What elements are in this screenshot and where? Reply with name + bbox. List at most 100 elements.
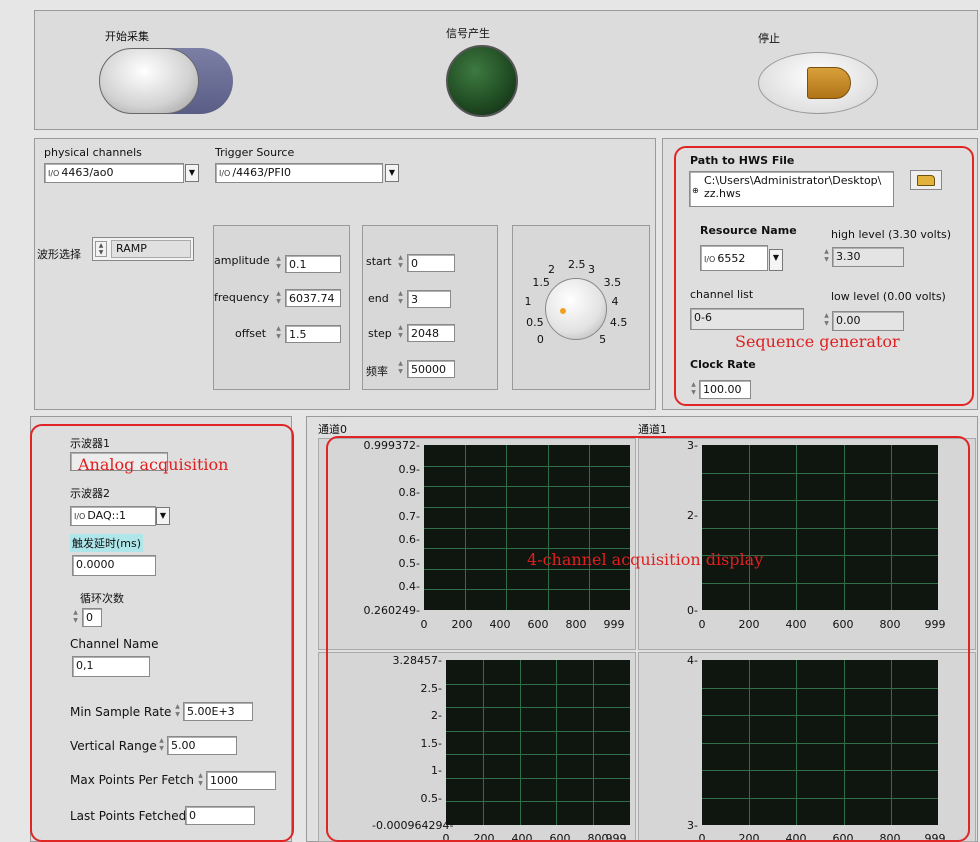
high-level-label: high level (3.30 volts)	[831, 228, 952, 241]
path-hws-value-line2: zz.hws	[704, 187, 741, 200]
path-hws-field[interactable]: ⊕ C:\Users\Administrator\Desktop\ zz.hws	[689, 171, 894, 207]
vertical-range-spinner[interactable]: ▲ ▼	[157, 737, 166, 754]
knob-tick-label: 4	[611, 295, 619, 309]
channel0-label: 通道0	[318, 423, 347, 436]
low-level-field[interactable]: 0.00	[832, 311, 904, 331]
loop-count-field[interactable]: 0	[82, 608, 102, 627]
low-level-spinner[interactable]: ▲ ▼	[822, 312, 831, 329]
min-sample-rate-label: Min Sample Rate	[70, 705, 172, 719]
waveform-select-value: RAMP	[111, 240, 191, 258]
channel1-label: 通道1	[638, 423, 667, 436]
knob-tick-label: 0	[536, 333, 544, 347]
rate-spinner[interactable]: ▲ ▼	[396, 360, 405, 377]
clock-rate-spinner[interactable]: ▲ ▼	[689, 381, 698, 398]
frequency-label: frequency	[214, 291, 270, 304]
end-spinner[interactable]: ▲ ▼	[396, 290, 405, 307]
scope2-value: DAQ::1	[87, 509, 127, 522]
start-field[interactable]: 0	[407, 254, 455, 272]
signal-generate-label: 信号产生	[446, 27, 490, 40]
scope2-dropdown[interactable]: ▼	[156, 507, 170, 525]
knob-tick-label: 2.5	[568, 258, 586, 271]
rate-label: 频率	[366, 365, 388, 378]
ring-arrows-icon: ▲ ▼	[95, 241, 107, 257]
trigger-source-dropdown[interactable]: ▼	[385, 164, 399, 182]
loop-count-spinner[interactable]: ▲ ▼	[71, 609, 80, 626]
signal-led[interactable]	[446, 45, 518, 117]
knob-tick-label: 3	[587, 262, 595, 276]
clock-rate-field[interactable]: 100.00	[699, 380, 751, 399]
end-field[interactable]: 3	[407, 290, 451, 308]
analog-acquisition-annotation: Analog acquisition	[78, 455, 229, 474]
min-sample-rate-spinner[interactable]: ▲ ▼	[173, 703, 182, 720]
sequence-generator-annotation: Sequence generator	[735, 332, 900, 351]
clock-rate-label: Clock Rate	[690, 358, 756, 371]
knob-pointer	[560, 308, 566, 314]
start-spinner[interactable]: ▲ ▼	[396, 254, 405, 271]
max-points-spinner[interactable]: ▲ ▼	[196, 772, 205, 789]
frequency-spinner[interactable]: ▲ ▼	[274, 290, 283, 307]
stop-button[interactable]	[758, 52, 878, 114]
resource-name-field[interactable]: I/O 6552	[700, 245, 768, 271]
vertical-range-label: Vertical Range	[70, 739, 157, 753]
high-level-spinner[interactable]: ▲ ▼	[822, 248, 831, 265]
max-points-field[interactable]: 1000	[206, 771, 276, 790]
physical-channels-label: physical channels	[44, 146, 142, 159]
browse-folder-button[interactable]	[910, 170, 942, 190]
trigger-source-field[interactable]: I/O/4463/PFI0	[215, 163, 383, 183]
knob-tick-label: 1	[524, 295, 532, 309]
high-level-field[interactable]: 3.30	[832, 247, 904, 267]
trigger-source-value: /4463/PFI0	[232, 166, 291, 179]
offset-spinner[interactable]: ▲ ▼	[274, 325, 283, 342]
min-sample-rate-field[interactable]: 5.00E+3	[183, 702, 253, 721]
vertical-range-field[interactable]: 5.00	[167, 736, 237, 755]
channel-list-label: channel list	[690, 288, 754, 301]
display-annotation: 4-channel acquisition display	[527, 550, 764, 569]
folder-icon	[917, 175, 935, 186]
scope2-label: 示波器2	[70, 487, 110, 500]
last-points-label: Last Points Fetched	[70, 809, 187, 823]
level-knob[interactable]	[545, 278, 607, 340]
amplitude-field[interactable]: 0.1	[285, 255, 341, 273]
start-acquisition-label: 开始采集	[105, 30, 149, 43]
start-label: start	[366, 255, 392, 268]
trigger-source-label: Trigger Source	[215, 146, 295, 159]
step-label: step	[368, 327, 392, 340]
waveform-select-label: 波形选择	[37, 248, 81, 261]
knob-tick-label: 3.5	[603, 276, 622, 290]
path-hws-label: Path to HWS File	[690, 154, 795, 167]
trigger-delay-field[interactable]: 0.0000	[72, 555, 156, 576]
amplitude-label: amplitude	[214, 254, 270, 267]
step-field[interactable]: 2048	[407, 324, 455, 342]
offset-field[interactable]: 1.5	[285, 325, 341, 343]
knob-tick-label: 0.5	[526, 315, 544, 329]
start-acquisition-button[interactable]	[97, 44, 237, 118]
waveform-select-ring[interactable]: ▲ ▼ RAMP	[92, 237, 194, 261]
scope1-label: 示波器1	[70, 437, 110, 450]
toggle-knob	[99, 48, 199, 114]
channel-name-label: Channel Name	[70, 637, 159, 651]
knob-tick-label: 4.5	[609, 315, 628, 329]
channel-name-field[interactable]: 0,1	[72, 656, 150, 677]
physical-channels-dropdown[interactable]: ▼	[185, 164, 199, 182]
step-spinner[interactable]: ▲ ▼	[396, 324, 405, 341]
physical-channels-field[interactable]: I/O 4463/ao0	[44, 163, 184, 183]
end-label: end	[368, 292, 389, 305]
stop-label: 停止	[758, 32, 780, 45]
scope2-field[interactable]: I/O DAQ::1	[70, 506, 156, 526]
trigger-delay-label: 触发延时(ms)	[70, 534, 144, 552]
amplitude-spinner[interactable]: ▲ ▼	[274, 255, 283, 272]
last-points-field[interactable]: 0	[185, 806, 255, 825]
channel-list-field[interactable]: 0-6	[690, 308, 804, 330]
resource-name-label: Resource Name	[700, 224, 797, 237]
knob-tick-label: 1.5	[532, 276, 550, 290]
low-level-label: low level (0.00 volts)	[831, 290, 946, 303]
knob-tick-label: 5	[599, 333, 607, 347]
resource-name-value: 6552	[717, 252, 746, 265]
offset-label: offset	[235, 327, 267, 340]
knob-tick-label: 2	[548, 262, 556, 276]
path-icon: ⊕	[692, 186, 699, 195]
resource-name-dropdown[interactable]: ▼	[769, 249, 783, 271]
frequency-field[interactable]: 6037.74	[285, 289, 341, 307]
stop-indicator	[807, 67, 851, 99]
rate-field[interactable]: 50000	[407, 360, 455, 378]
